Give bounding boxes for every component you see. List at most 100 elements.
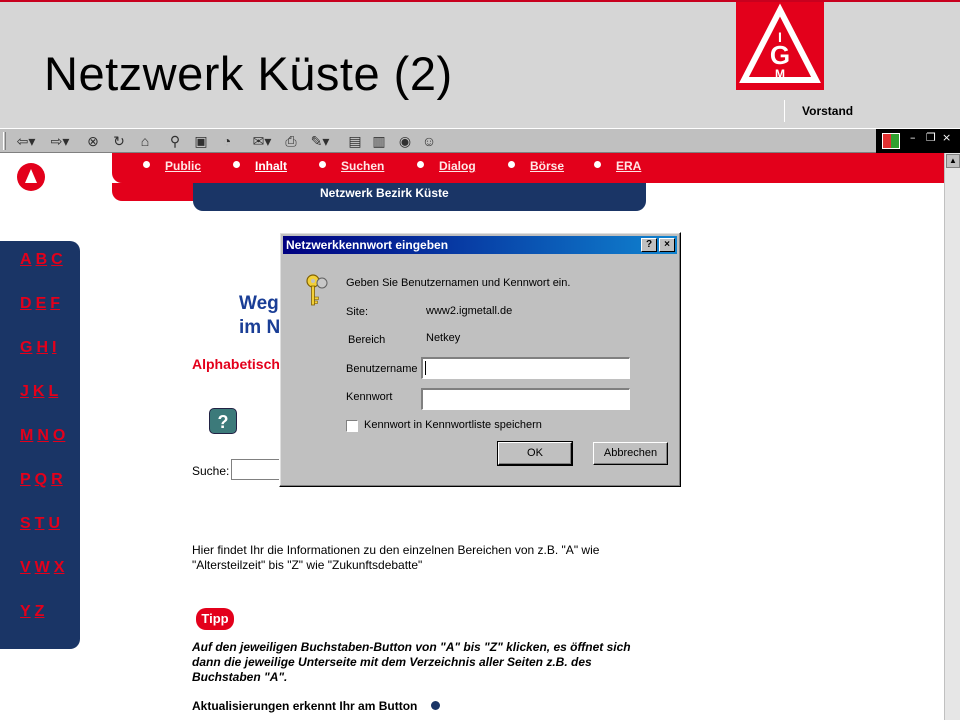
letter-link-g[interactable]: G	[20, 339, 32, 356]
close-icon[interactable]: ×	[942, 131, 951, 144]
svg-text:I: I	[778, 29, 782, 45]
letter-link-s[interactable]: S	[20, 515, 31, 532]
nav-bullet-icon	[508, 161, 515, 168]
scroll-up-icon[interactable]: ▲	[946, 154, 960, 168]
search-icon[interactable]: ⚲	[166, 132, 184, 150]
history-icon[interactable]: ◔	[218, 132, 236, 150]
letter-link-z[interactable]: Z	[35, 603, 45, 620]
nav-bullet-icon	[233, 161, 240, 168]
letter-link-j[interactable]: J	[20, 383, 29, 400]
toolbar-grip[interactable]	[3, 132, 6, 150]
letter-link-u[interactable]: U	[48, 515, 60, 532]
text-caret	[425, 361, 426, 375]
chat-icon[interactable]: ◉	[396, 132, 414, 150]
page-heading-line1: Weg	[239, 293, 279, 314]
letter-link-p[interactable]: P	[20, 471, 31, 488]
dialog-prompt: Geben Sie Benutzernamen und Kennwort ein…	[346, 277, 571, 289]
window-controls: – ❐ ×	[876, 129, 960, 153]
site-value: www2.igmetall.de	[426, 305, 513, 317]
page-heading-line2: im N	[239, 317, 281, 338]
username-label: Benutzername	[346, 363, 418, 375]
forward-icon[interactable]: ⇨▾	[46, 132, 74, 150]
nav-bullet-icon	[594, 161, 601, 168]
alphabet-row: GHI	[20, 339, 60, 357]
ig-metall-logo: G I M	[736, 2, 824, 90]
letter-link-f[interactable]: F	[50, 295, 60, 312]
password-label: Kennwort	[346, 391, 393, 403]
svg-text:M: M	[775, 67, 785, 81]
letter-link-a[interactable]: A	[20, 251, 32, 268]
letter-link-k[interactable]: K	[33, 383, 45, 400]
nav-item-boerse[interactable]: Börse	[530, 159, 564, 173]
letter-link-o[interactable]: O	[53, 427, 65, 444]
letter-link-e[interactable]: E	[36, 295, 47, 312]
search-label: Suche:	[192, 464, 230, 478]
letter-link-n[interactable]: N	[37, 427, 49, 444]
alphabet-row: YZ	[20, 603, 48, 621]
update-bullet-icon	[431, 701, 440, 710]
print-icon[interactable]: ⎙	[282, 132, 300, 150]
nav-item-dialog[interactable]: Dialog	[439, 159, 476, 173]
save-password-checkbox[interactable]	[346, 420, 358, 432]
nav-bullet-icon	[143, 161, 150, 168]
nav-decoration	[112, 183, 196, 201]
letter-link-v[interactable]: V	[20, 559, 31, 576]
letter-link-b[interactable]: B	[36, 251, 48, 268]
dialog-close-button[interactable]: ×	[659, 238, 675, 252]
mail-icon[interactable]: ✉▾	[248, 132, 276, 150]
help-question-icon[interactable]: ?	[209, 408, 237, 434]
password-field[interactable]	[421, 388, 630, 410]
alphabet-row: VWX	[20, 559, 68, 577]
home-icon[interactable]: ⌂	[136, 132, 154, 150]
dialog-help-button[interactable]: ?	[641, 238, 657, 252]
slide-title: Netzwerk Küste (2)	[44, 47, 453, 100]
letter-link-c[interactable]: C	[51, 251, 63, 268]
section-title: Netzwerk Bezirk Küste	[320, 186, 449, 200]
alphabet-row: DEF	[20, 295, 64, 313]
dialog-titlebar[interactable]: Netzwerkkennwort eingeben ? ×	[283, 236, 677, 254]
dialog-title: Netzwerkkennwort eingeben	[286, 238, 449, 252]
letter-link-w[interactable]: W	[35, 559, 50, 576]
contacts-icon[interactable]: ☺	[420, 132, 438, 150]
back-icon[interactable]: ⇦▾	[12, 132, 40, 150]
key-icon	[306, 274, 328, 306]
edit-icon[interactable]: ✎▾	[306, 132, 334, 150]
ig-metall-logo-icon: G I M	[739, 3, 821, 83]
restore-icon[interactable]: ❐	[926, 131, 936, 144]
minimize-icon[interactable]: –	[910, 131, 916, 144]
letter-link-h[interactable]: H	[36, 339, 48, 356]
alphabet-row: MNO	[20, 427, 69, 445]
section-banner: Netzwerk Bezirk Küste	[193, 183, 646, 211]
letter-link-r[interactable]: R	[51, 471, 63, 488]
cancel-button[interactable]: Abbrechen	[593, 442, 668, 465]
letter-link-t[interactable]: T	[35, 515, 45, 532]
site-logo-icon[interactable]	[17, 163, 45, 191]
search-input[interactable]	[231, 459, 286, 480]
favorites-icon[interactable]: ▣	[192, 132, 210, 150]
discuss-icon[interactable]: ▤	[346, 132, 364, 150]
site-label: Site:	[346, 306, 369, 318]
letter-link-q[interactable]: Q	[35, 471, 47, 488]
alphabet-panel: ABC DEF GHI JKL MNO PQR STU VWX YZ	[0, 241, 80, 649]
stop-icon[interactable]: ⊗	[84, 132, 102, 150]
letter-link-d[interactable]: D	[20, 295, 32, 312]
main-nav: Public Inhalt Suchen Dialog Börse ERA	[112, 153, 944, 183]
letter-link-m[interactable]: M	[20, 427, 33, 444]
letter-link-y[interactable]: Y	[20, 603, 31, 620]
alphabet-heading: Alphabetisch	[192, 356, 280, 372]
letter-link-i[interactable]: I	[52, 339, 56, 356]
refresh-icon[interactable]: ↻	[110, 132, 128, 150]
nav-item-era[interactable]: ERA	[616, 159, 641, 173]
ok-button[interactable]: OK	[497, 441, 573, 466]
realm-label: Bereich	[348, 334, 386, 346]
messenger-icon[interactable]: ▥	[370, 132, 388, 150]
windows-logo-icon	[882, 133, 900, 149]
username-field[interactable]	[421, 357, 630, 379]
nav-item-suchen[interactable]: Suchen	[341, 159, 384, 173]
vertical-scrollbar[interactable]: ▲	[944, 153, 960, 720]
nav-item-inhalt[interactable]: Inhalt	[255, 159, 287, 173]
letter-link-x[interactable]: X	[54, 559, 65, 576]
save-password-label[interactable]: Kennwort in Kennwortliste speichern	[364, 419, 542, 431]
letter-link-l[interactable]: L	[48, 383, 58, 400]
nav-item-public[interactable]: Public	[165, 159, 201, 173]
